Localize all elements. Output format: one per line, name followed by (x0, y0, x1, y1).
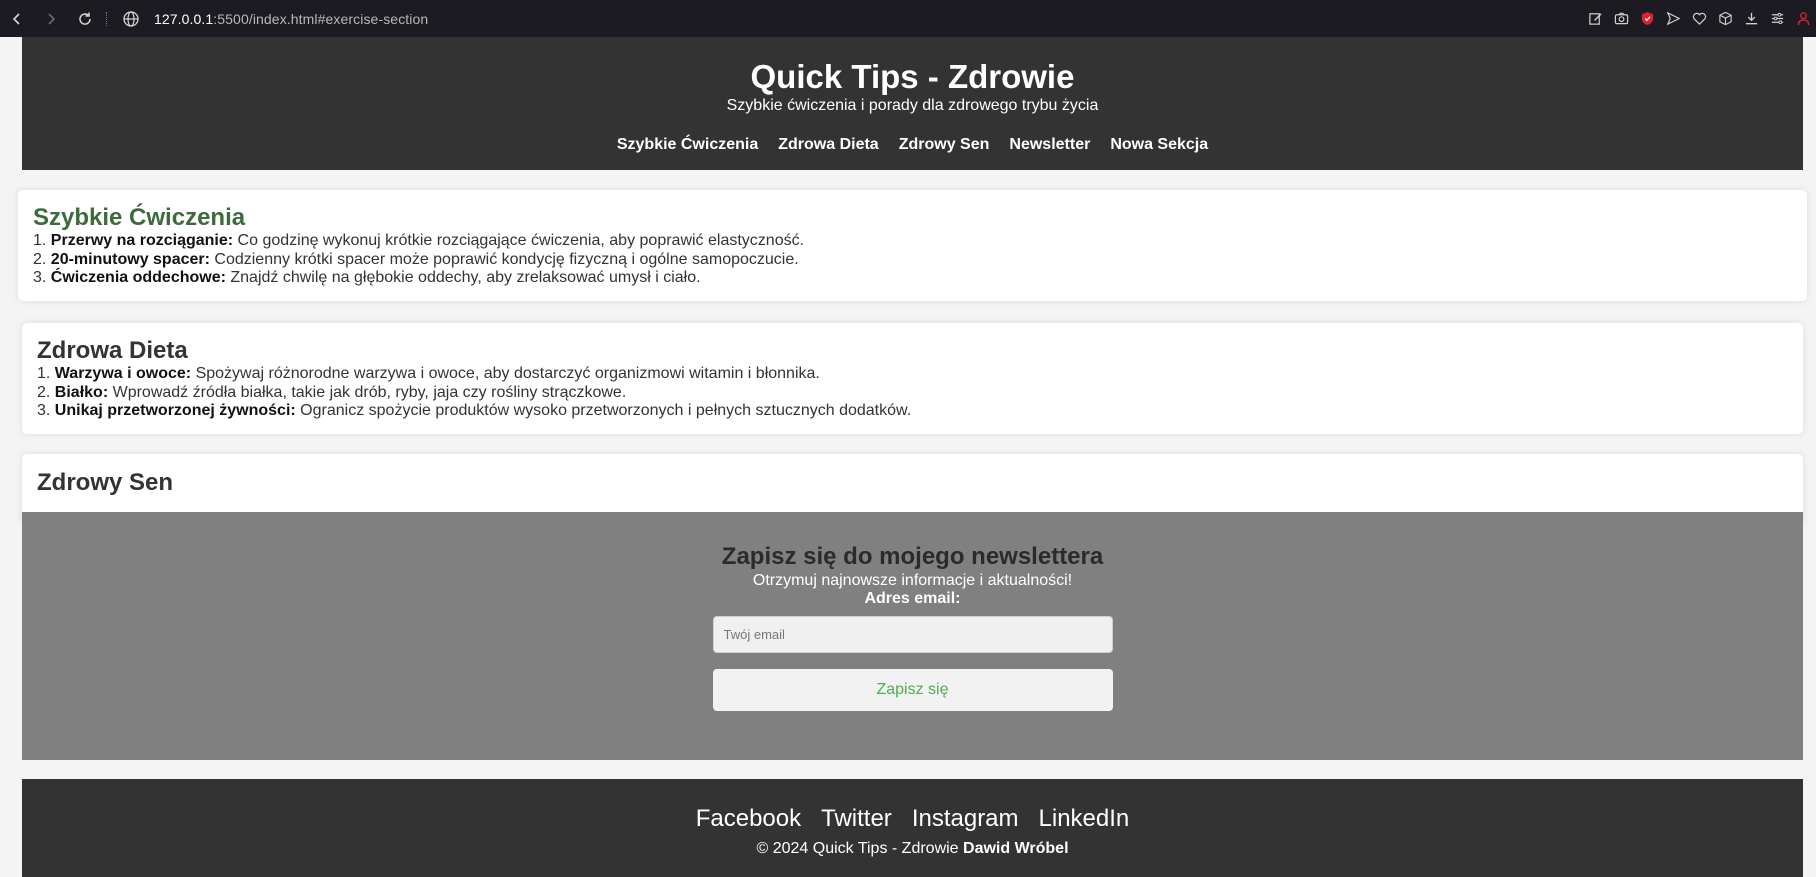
item-text: Codzienny krótki spacer może poprawić ko… (209, 250, 799, 268)
site-header: Quick Tips - Zdrowie Szybkie ćwiczenia i… (22, 37, 1803, 170)
instagram-link[interactable]: Instagram (912, 805, 1019, 833)
forward-icon[interactable] (34, 0, 68, 37)
nav-link-exercises[interactable]: Szybkie Ćwiczenia (617, 136, 758, 154)
diet-list: 1. Warzywa i owoce: Spożywaj różnorodne … (22, 365, 1803, 421)
item-text: Wprowadź źródła białka, takie jak drób, … (108, 383, 627, 401)
heart-icon[interactable] (1686, 0, 1712, 37)
list-item: 3. Ćwiczenia oddechowe: Znajdź chwilę na… (33, 269, 1807, 288)
page-viewport: Quick Tips - Zdrowie Szybkie ćwiczenia i… (0, 37, 1816, 877)
item-number: 3. (33, 269, 47, 286)
exercise-list: 1. Przerwy na rozciąganie: Co godzinę wy… (18, 232, 1807, 288)
edit-icon[interactable] (1582, 0, 1608, 37)
browser-toolbar: 127.0.0.1:5500/index.html#exercise-secti… (0, 0, 1816, 37)
email-label: Adres email: (864, 590, 961, 607)
back-icon[interactable] (0, 0, 34, 37)
diet-section: Zdrowa Dieta 1. Warzywa i owoce: Spożywa… (22, 323, 1803, 434)
item-number: 1. (33, 232, 47, 249)
newsletter-description: Otrzymuj najnowsze informacje i aktualno… (752, 572, 1073, 589)
list-item: 1. Przerwy na rozciąganie: Co godzinę wy… (33, 232, 1807, 251)
author-name: Dawid Wróbel (963, 840, 1069, 857)
exercise-heading: Szybkie Ćwiczenia (33, 204, 246, 231)
screenshot-icon[interactable] (1608, 0, 1634, 37)
item-title: Warzywa i owoce: (54, 365, 192, 382)
nav-link-sleep[interactable]: Zdrowy Sen (899, 136, 990, 154)
reload-icon[interactable] (68, 0, 102, 37)
newsletter-section: Zapisz się do mojego newslettera Otrzymu… (22, 512, 1803, 760)
site-subtitle: Szybkie ćwiczenia i porady dla zdrowego … (726, 97, 1099, 114)
subscribe-button[interactable]: Zapisz się (712, 669, 1113, 711)
item-title: Przerwy na rozciąganie: (50, 232, 234, 249)
sleep-heading: Zdrowy Sen (37, 469, 174, 496)
linkedin-link[interactable]: LinkedIn (1039, 805, 1130, 833)
list-item: 2. 20-minutowy spacer: Codzienny krótki … (33, 251, 1807, 270)
profile-icon[interactable] (1790, 0, 1816, 37)
nav-link-new-section[interactable]: Nowa Sekcja (1110, 136, 1208, 154)
site-title: Quick Tips - Zdrowie (750, 58, 1075, 95)
url-path: :5500/index.html#exercise-section (213, 10, 429, 27)
site-footer: Facebook Twitter Instagram LinkedIn © 20… (22, 779, 1803, 877)
menu-icon[interactable] (1764, 0, 1790, 37)
main-nav: Szybkie Ćwiczenia Zdrowa Dieta Zdrowy Se… (22, 136, 1803, 154)
facebook-link[interactable]: Facebook (696, 805, 801, 833)
item-text: Ogranicz spożycie produktów wysoko przet… (295, 402, 912, 419)
copyright-text: © 2024 Quick Tips - Zdrowie (756, 840, 964, 857)
copyright: © 2024 Quick Tips - Zdrowie Dawid Wróbel (22, 840, 1803, 858)
shield-icon[interactable] (1634, 0, 1660, 37)
list-item: 3. Unikaj przetworzonej żywności: Ograni… (37, 402, 1803, 421)
nav-link-newsletter[interactable]: Newsletter (1009, 136, 1090, 154)
site-info-icon[interactable] (122, 10, 140, 28)
url-host: 127.0.0.1 (154, 10, 214, 27)
email-input[interactable] (712, 616, 1113, 653)
download-icon[interactable] (1738, 0, 1764, 37)
newsletter-heading: Zapisz się do mojego newslettera (721, 543, 1104, 570)
toolbar-actions (1582, 0, 1816, 37)
item-number: 2. (37, 383, 51, 401)
item-text: Co godzinę wykonuj krótkie rozciągające … (233, 232, 805, 249)
item-title: Białko: (54, 383, 109, 401)
item-title: Unikaj przetworzonej żywności: (54, 402, 296, 419)
diet-heading: Zdrowa Dieta (37, 337, 188, 364)
item-title: Ćwiczenia oddechowe: (50, 269, 226, 286)
list-item: 1. Warzywa i owoce: Spożywaj różnorodne … (37, 365, 1803, 384)
address-bar[interactable]: 127.0.0.1:5500/index.html#exercise-secti… (122, 10, 428, 28)
url-text[interactable]: 127.0.0.1:5500/index.html#exercise-secti… (154, 11, 428, 27)
item-text: Spożywaj różnorodne warzywa i owoce, aby… (191, 365, 820, 382)
toolbar-separator (106, 11, 108, 26)
list-item: 2. Białko: Wprowadź źródła białka, takie… (37, 384, 1803, 403)
item-number: 2. (33, 250, 47, 268)
send-icon[interactable] (1660, 0, 1686, 37)
item-number: 3. (37, 402, 51, 419)
item-title: 20-minutowy spacer: (50, 250, 210, 268)
exercise-section: Szybkie Ćwiczenia 1. Przerwy na rozciąga… (18, 190, 1807, 301)
item-number: 1. (37, 365, 51, 382)
nav-link-diet[interactable]: Zdrowa Dieta (778, 136, 878, 154)
twitter-link[interactable]: Twitter (821, 805, 892, 833)
box-icon[interactable] (1712, 0, 1738, 37)
social-links: Facebook Twitter Instagram LinkedIn (22, 779, 1803, 833)
item-text: Znajdź chwilę na głębokie oddechy, aby z… (225, 269, 701, 286)
